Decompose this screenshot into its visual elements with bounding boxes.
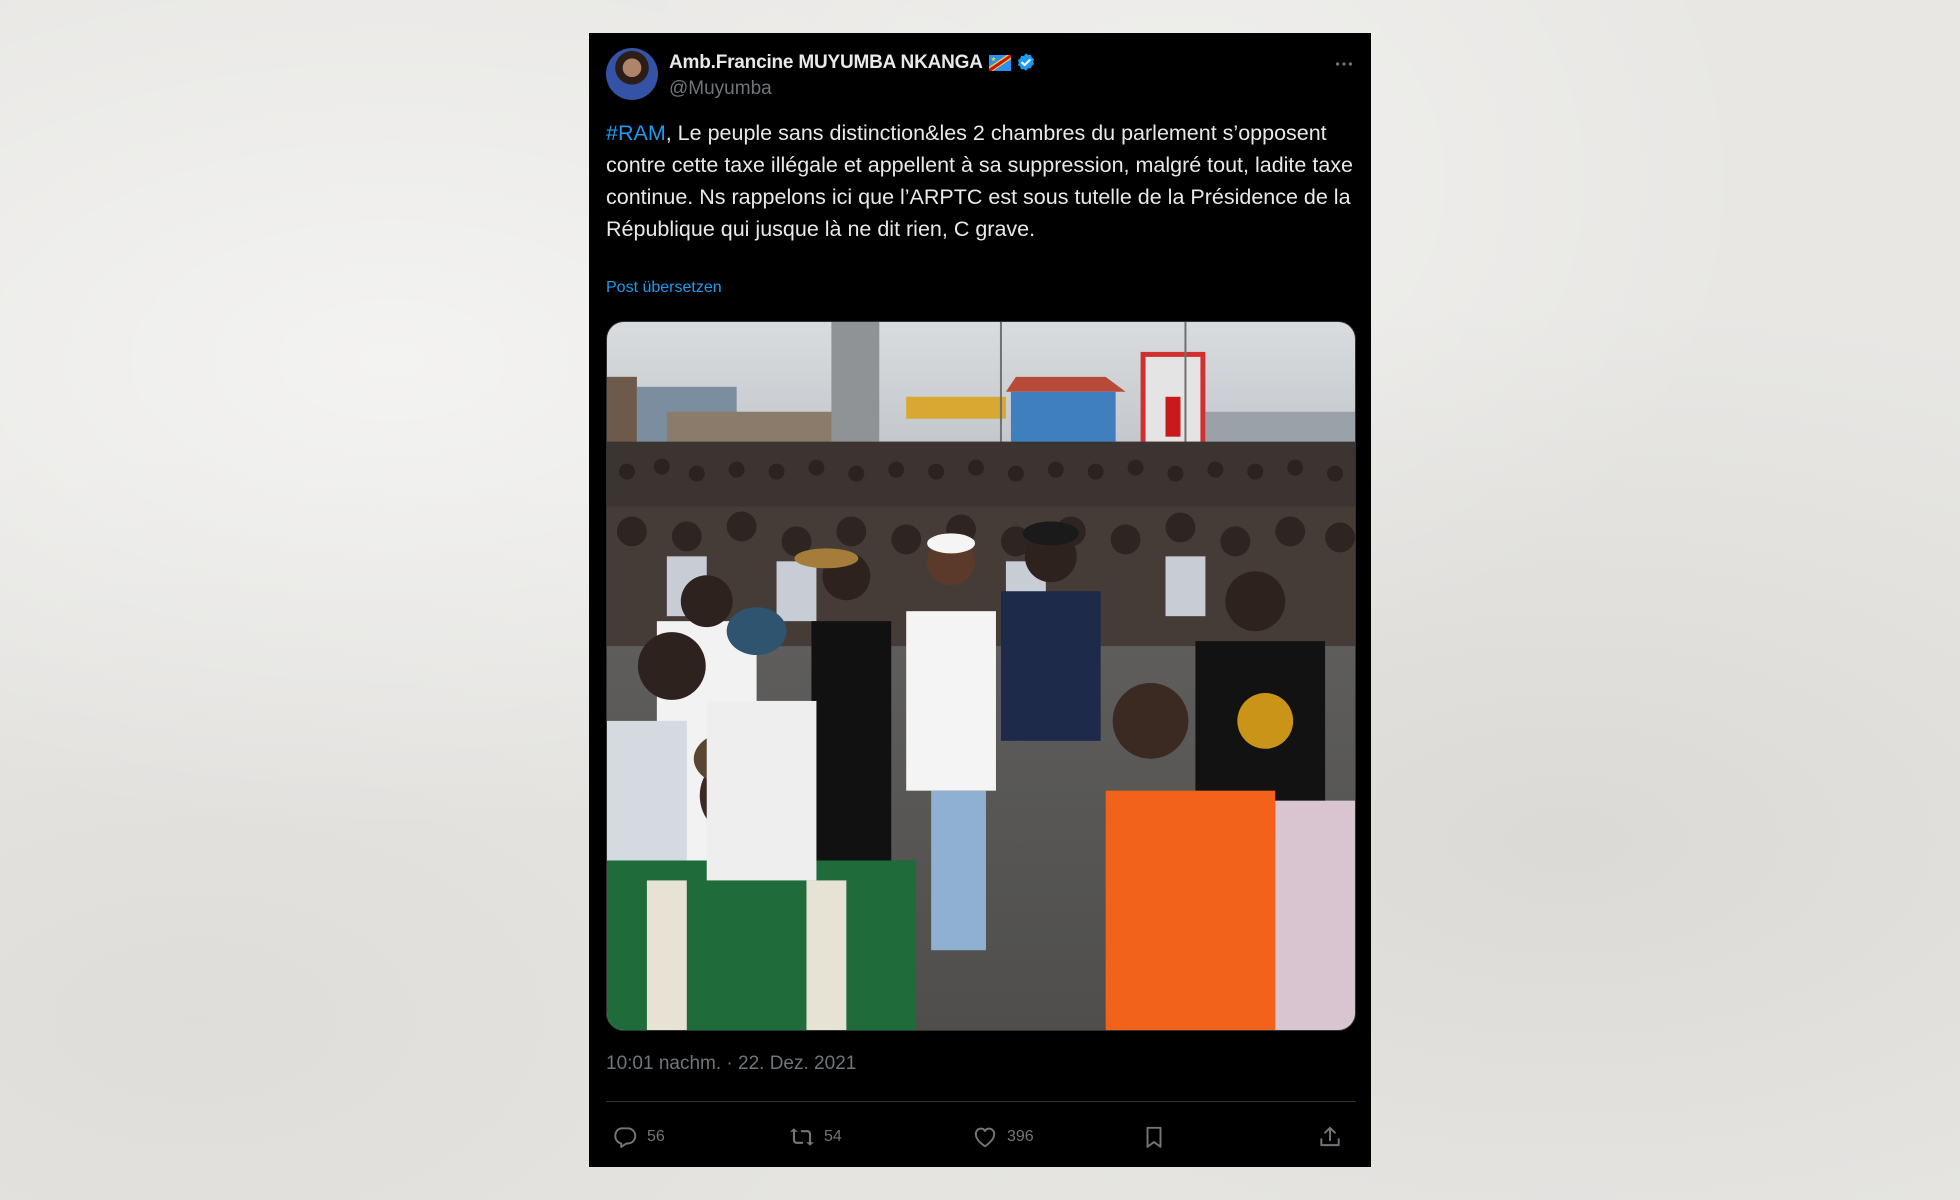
reply-icon (614, 1127, 637, 1148)
action-bar: 56 54 396 (606, 1117, 1356, 1157)
share-icon (1320, 1126, 1340, 1147)
hashtag-link[interactable]: #RAM (606, 121, 666, 145)
reply-button[interactable]: 56 (612, 1117, 665, 1157)
translate-post-link[interactable]: Post übersetzen (606, 279, 722, 297)
author-handle[interactable]: @Muyumba (669, 78, 772, 100)
tweet-timestamp[interactable]: 10:01 nachm. · 22. Dez. 2021 (606, 1053, 856, 1075)
verified-badge-icon[interactable] (1015, 52, 1037, 74)
bookmark-button[interactable] (1141, 1117, 1176, 1157)
avatar[interactable] (606, 48, 658, 100)
tweet-body: , Le peuple sans distinction&les 2 chamb… (606, 121, 1353, 241)
bookmark-icon (1146, 1126, 1162, 1148)
author-name-row: Amb.Francine MUYUMBA NKANGA (669, 49, 1037, 77)
repost-icon (790, 1128, 814, 1146)
heart-icon (974, 1127, 996, 1148)
like-button[interactable]: 396 (972, 1117, 1034, 1157)
like-count: 396 (1007, 1128, 1034, 1145)
share-button[interactable] (1317, 1117, 1352, 1157)
tweet-card: Amb.Francine MUYUMBA NKANGA @Muyumba #RA… (589, 33, 1371, 1167)
author-display-name[interactable]: Amb.Francine MUYUMBA NKANGA (669, 52, 983, 74)
drc-flag-icon (988, 55, 1011, 71)
divider (606, 1101, 1356, 1102)
reply-count: 56 (647, 1128, 665, 1145)
crowd-photo (607, 322, 1355, 1030)
tweet-text: #RAM, Le peuple sans distinction&les 2 c… (606, 117, 1358, 245)
repost-count: 54 (824, 1128, 842, 1145)
more-options-icon[interactable] (1331, 51, 1357, 77)
repost-button[interactable]: 54 (789, 1117, 842, 1157)
tweet-photo[interactable] (606, 321, 1356, 1031)
